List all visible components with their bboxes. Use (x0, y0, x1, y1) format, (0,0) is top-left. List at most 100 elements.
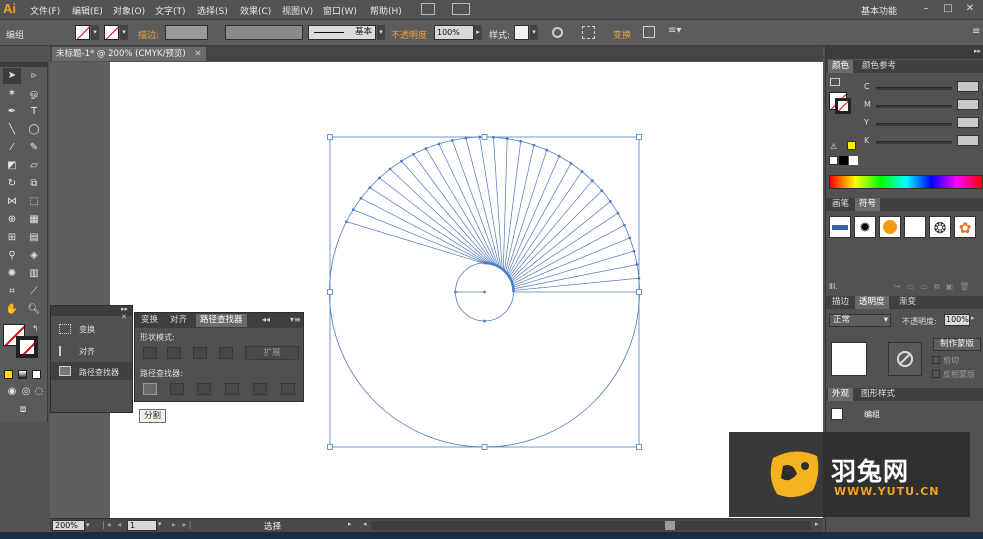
bounding-box-handle (327, 444, 333, 450)
fan-line (389, 168, 492, 264)
transparency-opacity-arrow-icon[interactable]: ▸ (971, 314, 975, 322)
symbol-frame[interactable] (904, 216, 926, 238)
symbol-orange-ball[interactable] (879, 216, 901, 238)
tab-symbols[interactable]: 符号 (855, 198, 881, 211)
channel-m-label: M (864, 100, 871, 109)
pathfinder-panel-icon (59, 366, 71, 376)
symbol-ring[interactable]: ❂ (929, 216, 951, 238)
tab-graphic-styles[interactable]: 图形样式 (857, 388, 899, 401)
channel-c-label: C (864, 82, 870, 91)
black-swatch[interactable] (839, 156, 848, 165)
dock-collapse-icon[interactable]: ▸▸ (974, 47, 981, 55)
symbol-ink-splat[interactable]: ✹ (854, 216, 876, 238)
unite-icon[interactable] (143, 347, 157, 359)
fan-line (506, 149, 548, 274)
out-of-gamut-swatch[interactable] (847, 141, 856, 150)
scroll-left-icon[interactable]: ◂ (363, 520, 367, 528)
panel-options-icon[interactable]: ▾≡ (290, 315, 301, 324)
crop-icon[interactable] (225, 383, 239, 395)
channel-c-value[interactable] (957, 81, 979, 92)
intersect-icon[interactable] (193, 347, 207, 359)
horizontal-scroll-thumb[interactable] (665, 521, 675, 530)
dock-collapse-icon[interactable]: ▸▸ ✕ (121, 305, 132, 321)
mask-thumbnail[interactable] (888, 342, 922, 376)
channel-c-slider[interactable] (876, 87, 952, 90)
artwork-group[interactable] (327, 134, 642, 450)
tab-pathfinder[interactable]: 路径查找器 (196, 314, 247, 327)
channel-y-value[interactable] (957, 117, 979, 128)
make-mask-button[interactable]: 制作蒙版 (933, 338, 981, 351)
tab-appearance[interactable]: 外观 (828, 388, 854, 401)
white-swatch[interactable] (849, 156, 858, 165)
scroll-right-icon[interactable]: ▸ (815, 520, 819, 528)
blend-mode-select[interactable]: 正常 ▾ (829, 314, 891, 327)
clip-checkbox[interactable] (932, 356, 940, 364)
channel-m-value[interactable] (957, 99, 979, 110)
tab-color[interactable]: 颜色 (828, 60, 854, 73)
anchor-point (628, 236, 632, 240)
dock-item-pathfinder[interactable]: 路径查找器 (79, 367, 119, 378)
tab-color-guide[interactable]: 颜色参考 (858, 60, 900, 73)
anchor-point (424, 147, 428, 150)
symbol-library-icon[interactable]: ⅡⅠ. (829, 282, 838, 291)
anchor-point (437, 142, 441, 146)
minus-back-icon[interactable] (281, 383, 295, 395)
anchor-point (359, 196, 363, 200)
color-spectrum[interactable] (829, 175, 983, 189)
channel-m-slider[interactable] (876, 105, 952, 108)
artboard-number-field[interactable]: 1 (127, 520, 157, 531)
next-last-artboard-icons[interactable]: ▸ ▸| (172, 520, 193, 529)
horizontal-scrollbar[interactable] (371, 521, 811, 530)
trim-icon[interactable] (170, 383, 184, 395)
blend-mode-value: 正常 (833, 315, 851, 325)
first-prev-artboard-icons[interactable]: |◂ ◂ (102, 520, 123, 529)
anchor-point (616, 211, 620, 215)
collapsed-panel-dock: ▸▸ ✕ 变换 对齐 路径查找器 (50, 305, 133, 413)
divide-icon[interactable] (143, 383, 157, 395)
anchor-point (532, 143, 536, 147)
anchor-point (388, 167, 392, 171)
dock-header[interactable] (51, 306, 132, 316)
dock-item-transform[interactable]: 变换 (79, 324, 95, 335)
merge-icon[interactable] (197, 383, 211, 395)
status-menu-arrow-icon[interactable]: ▸ (348, 520, 352, 528)
symbol-blue-bar[interactable] (829, 216, 851, 238)
none-swatch[interactable] (829, 156, 838, 165)
fan-line (504, 141, 522, 272)
out-of-gamut-icon[interactable]: ⚠ (830, 142, 837, 151)
tab-gradient[interactable]: 渐变 (895, 296, 920, 309)
anchor-point (450, 138, 454, 142)
channel-y-slider[interactable] (876, 123, 952, 126)
symbol-actions-icons[interactable]: ↪▭▭⧉▣🗑︎ (894, 282, 975, 292)
invert-mask-checkbox[interactable] (932, 370, 940, 378)
dock-item-align[interactable]: 对齐 (79, 346, 95, 357)
zoom-dropdown-icon[interactable]: ▾ (86, 520, 94, 531)
minus-front-icon[interactable] (167, 347, 181, 359)
tab-transparency[interactable]: 透明度 (855, 296, 889, 309)
color-mode-toggle-icon[interactable] (830, 78, 840, 86)
channel-k-slider[interactable] (876, 141, 952, 144)
symbol-flower[interactable]: ✿ (954, 216, 976, 238)
center-point (483, 290, 486, 294)
bounding-box-handle (481, 134, 488, 140)
zoom-field[interactable]: 200% (52, 520, 85, 531)
channel-y-label: Y (864, 118, 869, 127)
anchor-point (344, 220, 348, 224)
pathfinders-label: 路径查找器: (140, 369, 183, 378)
tab-stroke[interactable]: 描边 (828, 296, 853, 309)
fan-line (369, 187, 488, 264)
exclude-icon[interactable] (219, 347, 233, 359)
transparency-opacity-field[interactable]: 100% (944, 314, 970, 326)
panel-collapse-icon[interactable]: ◂◂ (262, 315, 270, 324)
tab-align[interactable]: 对齐 (166, 314, 191, 327)
tab-transform[interactable]: 变换 (137, 314, 162, 327)
color-stroke-swatch[interactable] (835, 98, 851, 114)
anchor-point (351, 208, 355, 212)
watermark-logo (770, 451, 819, 498)
tab-brushes[interactable]: 画笔 (828, 198, 853, 211)
expand-button[interactable]: 扩展 (245, 346, 299, 360)
channel-k-value[interactable] (957, 135, 979, 146)
outline-icon[interactable] (253, 383, 267, 395)
fan-line (451, 140, 499, 267)
artboard-dropdown-icon[interactable]: ▾ (158, 520, 162, 528)
